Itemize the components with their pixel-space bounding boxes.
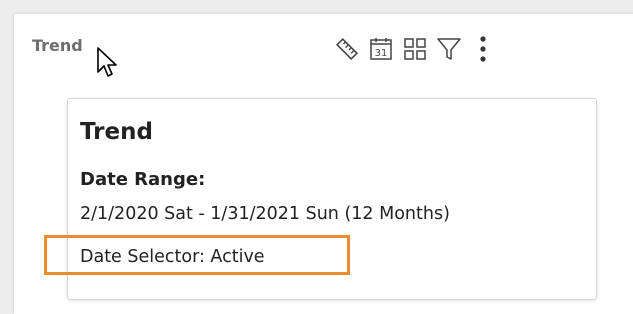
calendar-day-text: 31 xyxy=(375,48,388,59)
ruler-icon xyxy=(335,37,359,61)
calendar-button[interactable]: 31 xyxy=(364,32,398,66)
widget-toolbar: 31 xyxy=(330,32,500,66)
more-vertical-icon xyxy=(480,36,486,62)
filter-icon xyxy=(437,38,461,60)
mouse-pointer-icon xyxy=(97,47,117,77)
highlight-box xyxy=(44,235,350,275)
ruler-button[interactable] xyxy=(330,32,364,66)
filter-button[interactable] xyxy=(432,32,466,66)
more-options-button[interactable] xyxy=(466,32,500,66)
calendar-icon: 31 xyxy=(370,38,392,60)
date-range-value: 2/1/2020 Sat - 1/31/2021 Sun (12 Months) xyxy=(80,204,450,224)
tooltip-title: Trend xyxy=(80,119,153,145)
grid-button[interactable] xyxy=(398,32,432,66)
date-range-label: Date Range: xyxy=(80,169,206,190)
widget-title[interactable]: Trend xyxy=(32,36,83,55)
grid-icon xyxy=(404,38,426,60)
